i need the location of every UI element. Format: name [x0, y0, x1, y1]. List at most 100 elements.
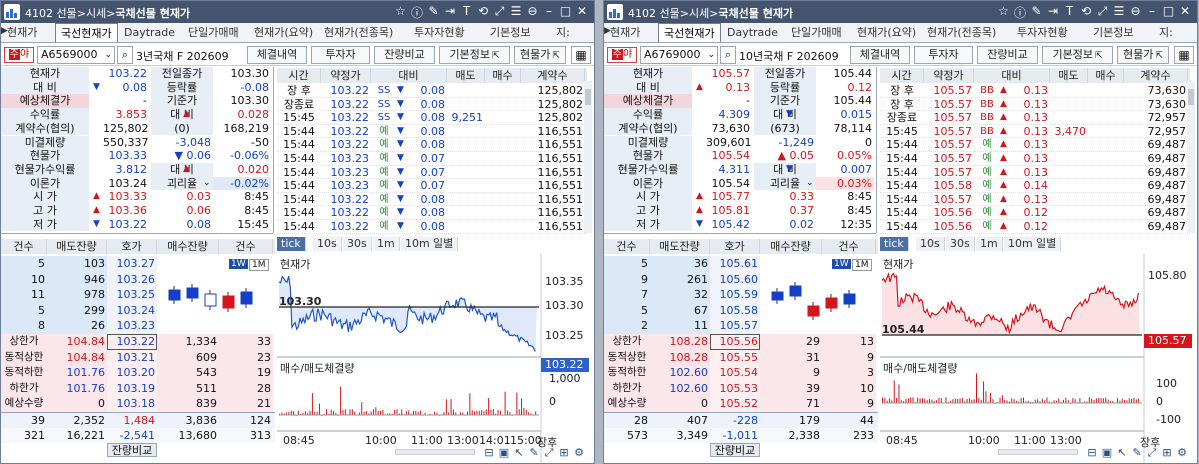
- instrument-code-input[interactable]: A6769000 ⌄: [640, 46, 718, 64]
- btn-3[interactable]: 기본정보 ⇱: [439, 46, 510, 64]
- btn-2[interactable]: 잔량비교: [374, 46, 435, 64]
- candle-period-0[interactable]: 1W: [832, 259, 851, 269]
- info-icon[interactable]: ⓘ: [1013, 4, 1028, 21]
- expand-icon[interactable]: ⊞: [558, 447, 570, 459]
- export-icon[interactable]: ⇥: [1046, 4, 1061, 18]
- link-icon[interactable]: ✎: [1029, 4, 1044, 18]
- btn-4[interactable]: 현물가 ⇱: [514, 46, 566, 64]
- grid-settings-icon[interactable]: ▦: [1174, 46, 1194, 64]
- zoom-reset-icon[interactable]: ⊟: [483, 447, 495, 459]
- menu-icon[interactable]: ☰: [509, 4, 524, 18]
- maximize-icon[interactable]: □: [1161, 4, 1176, 18]
- tab-3[interactable]: 단일가매매: [183, 23, 244, 42]
- text-icon[interactable]: T: [1062, 4, 1077, 18]
- zoom-out-icon[interactable]: ⊖: [1128, 4, 1143, 18]
- zoom-reset-icon[interactable]: ⊟: [1086, 447, 1098, 459]
- pin-icon[interactable]: ⤢: [492, 4, 507, 19]
- btn-2[interactable]: 잔량비교: [977, 46, 1038, 64]
- chart-zoom-slider[interactable]: [395, 449, 475, 455]
- cursor-icon[interactable]: ↖: [1116, 447, 1128, 459]
- tab-5[interactable]: 현재가(전종목): [319, 23, 398, 42]
- chart-tab-2[interactable]: 30s: [946, 237, 975, 251]
- text-icon[interactable]: T: [459, 4, 474, 18]
- chart-tab-5[interactable]: 일별: [1032, 237, 1062, 251]
- expand-icon[interactable]: ⊞: [1161, 447, 1173, 459]
- chevron-down-icon[interactable]: ⌄: [804, 177, 816, 191]
- link-icon[interactable]: ✎: [426, 4, 441, 18]
- tab-3[interactable]: 단일가매매: [786, 23, 847, 42]
- refresh-icon[interactable]: ⟲: [1079, 4, 1094, 18]
- btn-1[interactable]: 투자자: [914, 46, 973, 64]
- tab-6[interactable]: 투자자현황: [409, 23, 470, 42]
- tab-1[interactable]: 국선현재가: [658, 23, 721, 42]
- tab-2[interactable]: Daytrade: [119, 23, 180, 42]
- chart-tab-0[interactable]: tick: [880, 237, 909, 251]
- time-axis-label: 10:00: [968, 434, 1000, 447]
- tab-8[interactable]: 지:: [1154, 23, 1178, 42]
- btn-3[interactable]: 기본정보 ⇱: [1042, 46, 1113, 64]
- tick-scrollbar[interactable]: [584, 81, 592, 233]
- minimize-icon[interactable]: –: [542, 4, 557, 18]
- btn-0[interactable]: 체결내역: [247, 46, 307, 64]
- tab-7[interactable]: 기본정보: [1088, 23, 1138, 42]
- candle-period-1[interactable]: 1M: [852, 259, 872, 271]
- select-icon[interactable]: ▣: [498, 447, 510, 459]
- ob-col-1: 매도잔량: [47, 239, 107, 254]
- settings-icon[interactable]: ⚙: [573, 447, 585, 459]
- fit-icon[interactable]: ⤢: [1146, 447, 1158, 459]
- tab-4[interactable]: 현재가(요약): [249, 23, 318, 42]
- grid-settings-icon[interactable]: ▦: [571, 46, 591, 64]
- draw-icon[interactable]: ✎: [1131, 447, 1143, 459]
- chart-tab-1[interactable]: 10s: [916, 237, 945, 251]
- instrument-code-input[interactable]: A6569000 ⌄: [37, 46, 115, 64]
- chart-tab-5[interactable]: 일별: [429, 237, 459, 251]
- btn-0[interactable]: 체결내역: [850, 46, 910, 64]
- refresh-icon[interactable]: ⟲: [476, 4, 491, 18]
- select-icon[interactable]: ▣: [1101, 447, 1113, 459]
- chart-tab-3[interactable]: 1m: [373, 237, 400, 251]
- balance-compare-button[interactable]: 잔량비교: [710, 443, 760, 458]
- tab-6[interactable]: 투자자현황: [1012, 23, 1073, 42]
- close-icon[interactable]: ✕: [1178, 4, 1193, 18]
- favorite-star-icon[interactable]: ☆: [393, 4, 408, 18]
- info-icon[interactable]: ⓘ: [410, 4, 425, 21]
- close-icon[interactable]: ✕: [575, 4, 590, 18]
- maximize-icon[interactable]: □: [558, 4, 573, 18]
- tick-scrollbar[interactable]: [1187, 81, 1195, 233]
- export-icon[interactable]: ⇥: [443, 4, 458, 18]
- tab-0[interactable]: 현재가: [605, 23, 645, 42]
- fit-icon[interactable]: ⤢: [543, 447, 555, 459]
- minimize-icon[interactable]: –: [1145, 4, 1160, 18]
- tab-1[interactable]: 국선현재가: [55, 23, 118, 42]
- tab-7[interactable]: 기본정보: [485, 23, 535, 42]
- watchlist-toggle-icon[interactable]: 주야: [4, 47, 34, 63]
- pin-icon[interactable]: ⤢: [1095, 4, 1110, 19]
- tab-4[interactable]: 현재가(요약): [852, 23, 921, 42]
- code-dropdown-icon[interactable]: ⌄: [104, 47, 112, 63]
- settings-icon[interactable]: ⚙: [1176, 447, 1188, 459]
- favorite-star-icon[interactable]: ☆: [996, 4, 1011, 18]
- chart-tab-0[interactable]: tick: [277, 237, 306, 251]
- tab-0[interactable]: 현재가: [2, 23, 42, 42]
- draw-icon[interactable]: ✎: [528, 447, 540, 459]
- zoom-out-icon[interactable]: ⊖: [525, 4, 540, 18]
- chart-tab-1[interactable]: 10s: [313, 237, 342, 251]
- code-dropdown-icon[interactable]: ⌄: [707, 47, 715, 63]
- tab-2[interactable]: Daytrade: [722, 23, 783, 42]
- chart-tab-2[interactable]: 30s: [343, 237, 372, 251]
- tab-8[interactable]: 지:: [551, 23, 575, 42]
- cursor-icon[interactable]: ↖: [513, 447, 525, 459]
- chart-zoom-slider[interactable]: [998, 449, 1078, 455]
- chevron-down-icon[interactable]: ⌄: [201, 177, 213, 191]
- btn-1[interactable]: 투자자: [311, 46, 370, 64]
- search-icon[interactable]: ⌕: [720, 46, 736, 64]
- watchlist-toggle-icon[interactable]: 주야: [607, 47, 637, 63]
- tab-5[interactable]: 현재가(전종목): [922, 23, 1001, 42]
- menu-icon[interactable]: ☰: [1112, 4, 1127, 18]
- balance-compare-button[interactable]: 잔량비교: [107, 443, 157, 458]
- btn-4[interactable]: 현물가 ⇱: [1117, 46, 1169, 64]
- search-icon[interactable]: ⌕: [117, 46, 133, 64]
- chart-tab-3[interactable]: 1m: [976, 237, 1003, 251]
- candle-period-1[interactable]: 1M: [249, 259, 269, 271]
- candle-period-0[interactable]: 1W: [229, 259, 248, 269]
